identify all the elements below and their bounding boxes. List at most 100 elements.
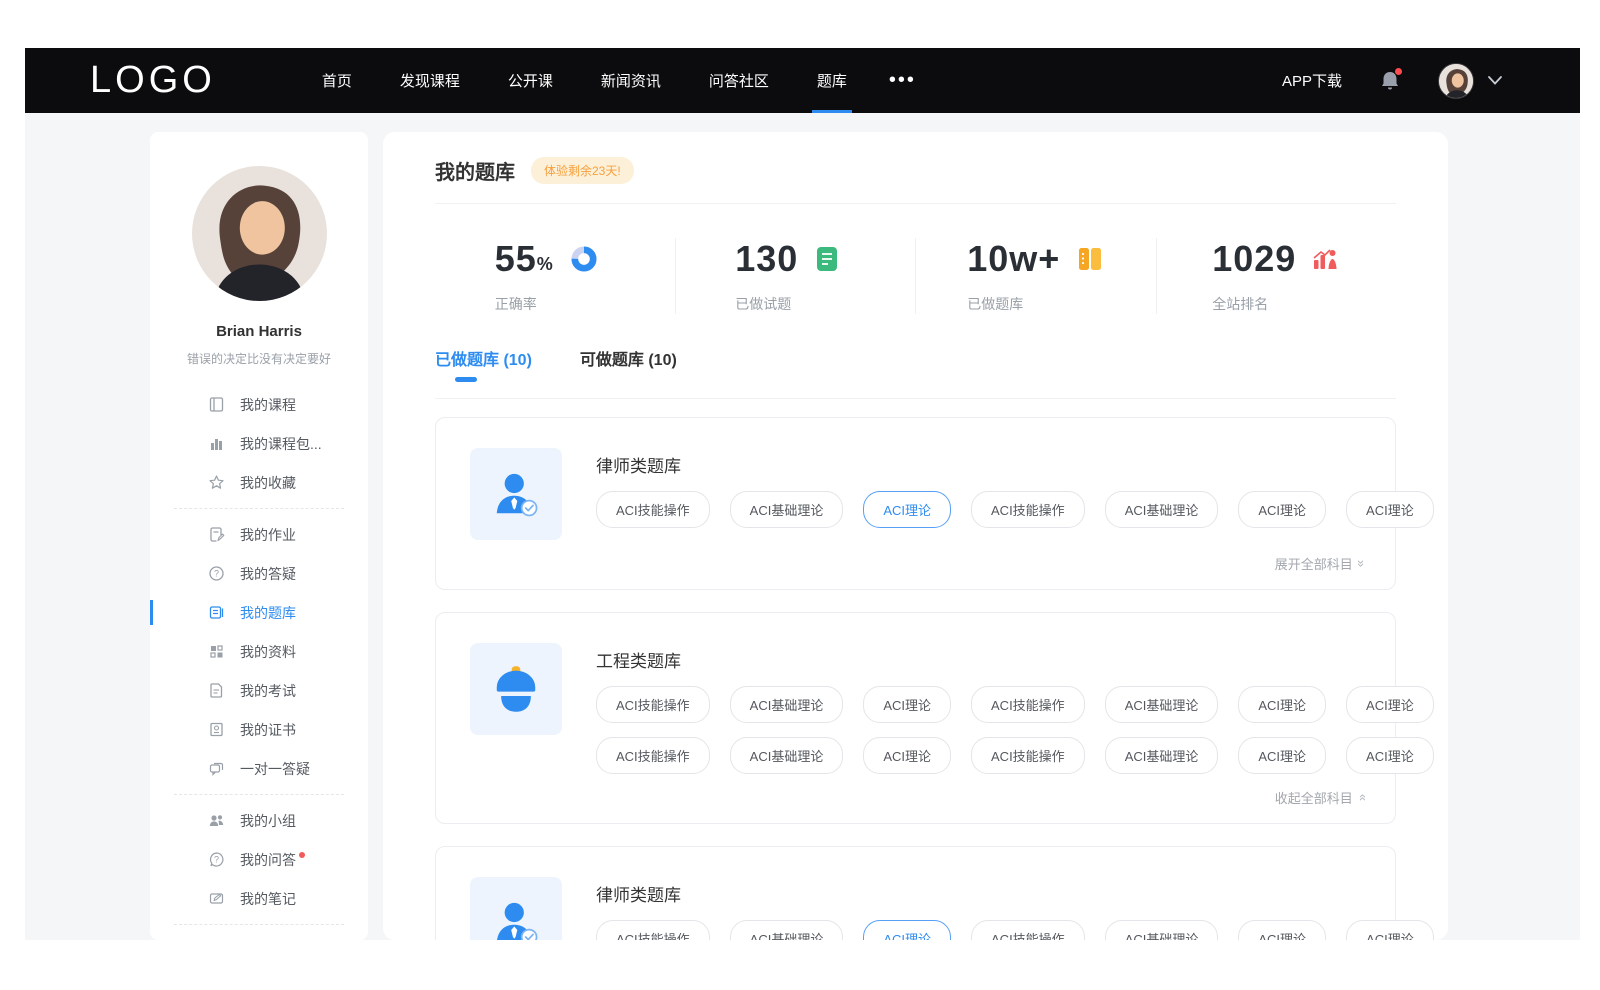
subject-tag[interactable]: ACI基础理论 — [730, 737, 844, 774]
collapse-subjects-link[interactable]: 收起全部科目» — [470, 788, 1365, 807]
nav-item-discover-courses[interactable]: 发现课程 — [376, 48, 484, 113]
subject-tag[interactable]: ACI理论 — [863, 920, 951, 940]
sidebar-item-my-notes[interactable]: 我的笔记 — [150, 879, 368, 918]
stat-label: 全站排名 — [1212, 294, 1340, 314]
subject-tag[interactable]: ACI基础理论 — [1105, 491, 1219, 528]
subject-tag[interactable]: ACI理论 — [863, 686, 951, 723]
subject-tag[interactable]: ACI基础理论 — [730, 491, 844, 528]
question-bank-icon — [208, 604, 225, 621]
subject-tag[interactable]: ACI理论 — [1238, 920, 1326, 940]
subject-tag[interactable]: ACI理论 — [1346, 920, 1434, 940]
app-download-link[interactable]: APP下载 — [1282, 70, 1342, 91]
course-book-icon — [208, 396, 225, 413]
subject-tag[interactable]: ACI理论 — [1238, 686, 1326, 723]
subject-tag[interactable]: ACI基础理论 — [1105, 920, 1219, 940]
nav-item-open-classes[interactable]: 公开课 — [484, 48, 577, 113]
subject-tag-row: ACI技能操作 ACI基础理论 ACI理论 ACI技能操作 ACI基础理论 ACI理论 AC… — [596, 920, 1454, 940]
profile-grid-icon — [208, 643, 225, 660]
nav-item-question-bank[interactable]: 题库 — [793, 48, 871, 113]
subject-tag[interactable]: ACI基础理论 — [1105, 686, 1219, 723]
nav-more-ellipsis-icon[interactable]: ••• — [871, 69, 934, 92]
stat-value: 55 — [495, 238, 537, 280]
nav-item-home[interactable]: 首页 — [298, 48, 376, 113]
sidebar-item-my-favorites[interactable]: 我的收藏 — [150, 463, 368, 502]
subject-tag[interactable]: ACI技能操作 — [596, 920, 710, 940]
sidebar-item-label: 我的笔记 — [240, 889, 296, 909]
subject-tag[interactable]: ACI理论 — [1346, 686, 1434, 723]
subject-tag[interactable]: ACI理论 — [1346, 737, 1434, 774]
panel-header: 我的题库 体验剩余23天! — [435, 156, 1396, 204]
logo[interactable]: LOGO — [90, 59, 216, 102]
stats-row: 55 % 正确率 130 — [435, 204, 1396, 340]
subject-tag[interactable]: ACI技能操作 — [596, 491, 710, 528]
sidebar-item-my-questions[interactable]: ? 我的答疑 — [150, 554, 368, 593]
sidebar-item-my-course-packs[interactable]: 我的课程包... — [150, 424, 368, 463]
certificate-icon — [208, 721, 225, 738]
subject-tag[interactable]: ACI理论 — [1346, 491, 1434, 528]
stat-accuracy: 55 % 正确率 — [435, 238, 676, 314]
lawyer-person-icon — [470, 448, 562, 540]
subject-tag[interactable]: ACI技能操作 — [596, 686, 710, 723]
subject-tag[interactable]: ACI理论 — [1238, 491, 1326, 528]
subject-tag[interactable]: ACI理论 — [863, 737, 951, 774]
sidebar-item-my-certificates[interactable]: 我的证书 — [150, 710, 368, 749]
subject-tag[interactable]: ACI技能操作 — [971, 491, 1085, 528]
notification-badge — [1395, 68, 1402, 75]
subject-tag[interactable]: ACI技能操作 — [971, 920, 1085, 940]
notification-bell-icon[interactable] — [1380, 70, 1400, 92]
subject-tag[interactable]: ACI理论 — [863, 491, 951, 528]
svg-text:?: ? — [214, 854, 219, 864]
nav-item-news[interactable]: 新闻资讯 — [577, 48, 685, 113]
user-avatar[interactable] — [1438, 63, 1474, 99]
page-content: Brian Harris 错误的决定比没有决定要好 我的课程 我的课程包... … — [25, 113, 1580, 940]
nav-item-qa-community[interactable]: 问答社区 — [685, 48, 793, 113]
double-chevron-up-icon: » — [1354, 794, 1369, 801]
chevron-down-icon[interactable] — [1488, 76, 1502, 85]
tab-available-banks[interactable]: 可做题库 (10) — [580, 346, 677, 382]
profile-avatar[interactable] — [192, 166, 327, 301]
stat-label: 已做题库 — [967, 294, 1104, 314]
tab-done-banks[interactable]: 已做题库 (10) — [435, 346, 532, 382]
svg-text:?: ? — [214, 569, 219, 579]
sidebar-item-label: 我的课程 — [240, 395, 296, 415]
expand-subjects-link[interactable]: 展开全部科目» — [470, 554, 1365, 573]
sidebar-item-my-question-bank[interactable]: 我的题库 — [150, 593, 368, 632]
sidebar-item-my-groups[interactable]: 我的小组 — [150, 801, 368, 840]
bank-card-list: 律师类题库 ACI技能操作ACI基础理论ACI理论ACI技能操作ACI基础理论A… — [435, 417, 1396, 940]
sidebar-item-label: 我的考试 — [240, 681, 296, 701]
green-paper-icon — [814, 245, 840, 273]
sidebar-menu: 我的课程 我的课程包... 我的收藏 我的作业 ? 我的答疑 — [150, 385, 368, 940]
subject-tag[interactable]: ACI基础理论 — [730, 686, 844, 723]
stat-banks-done: 10w+ 已做题库 — [916, 238, 1157, 314]
unread-badge — [299, 852, 305, 858]
sidebar-item-my-materials[interactable]: 我的资料 — [150, 632, 368, 671]
stat-site-rank: 1029 全站排名 — [1157, 238, 1397, 314]
question-circle-icon: ? — [208, 565, 225, 582]
orange-book-icon — [1076, 246, 1104, 272]
sidebar-item-my-qa[interactable]: ? 我的问答 — [150, 840, 368, 879]
sidebar-item-my-courses[interactable]: 我的课程 — [150, 385, 368, 424]
subject-tag[interactable]: ACI技能操作 — [596, 737, 710, 774]
subject-tag[interactable]: ACI技能操作 — [971, 737, 1085, 774]
sidebar-item-label: 我的答疑 — [240, 564, 296, 584]
sidebar-item-one-on-one[interactable]: 一对一答疑 — [150, 749, 368, 788]
bank-card-lawyer-1[interactable]: 律师类题库 ACI技能操作ACI基础理论ACI理论ACI技能操作ACI基础理论A… — [435, 417, 1396, 590]
course-pack-icon — [208, 435, 225, 452]
bank-card-lawyer-2[interactable]: 律师类题库 ACI技能操作ACI基础理论ACI理论ACI技能操作ACI基础理论A… — [435, 846, 1396, 940]
bank-card-engineering[interactable]: 工程类题库 ACI技能操作ACI基础理论ACI理论ACI技能操作ACI基础理论A… — [435, 612, 1396, 824]
subject-tag[interactable]: ACI基础理论 — [730, 920, 844, 940]
subject-tag[interactable]: ACI技能操作 — [971, 686, 1085, 723]
red-rank-icon — [1312, 246, 1340, 272]
sidebar-item-label: 一对一答疑 — [240, 759, 310, 779]
sidebar-item-my-points[interactable]: 我的积分 — [150, 931, 368, 940]
bank-card-title: 律师类题库 — [596, 881, 1454, 906]
user-name: Brian Harris — [150, 323, 368, 340]
menu-divider — [174, 794, 344, 795]
sidebar-item-my-homework[interactable]: 我的作业 — [150, 515, 368, 554]
subject-tag[interactable]: ACI基础理论 — [1105, 737, 1219, 774]
sidebar-item-my-exams[interactable]: 我的考试 — [150, 671, 368, 710]
group-icon — [208, 812, 225, 829]
menu-divider — [174, 924, 344, 925]
subject-tag[interactable]: ACI理论 — [1238, 737, 1326, 774]
user-motto: 错误的决定比没有决定要好 — [150, 350, 368, 367]
